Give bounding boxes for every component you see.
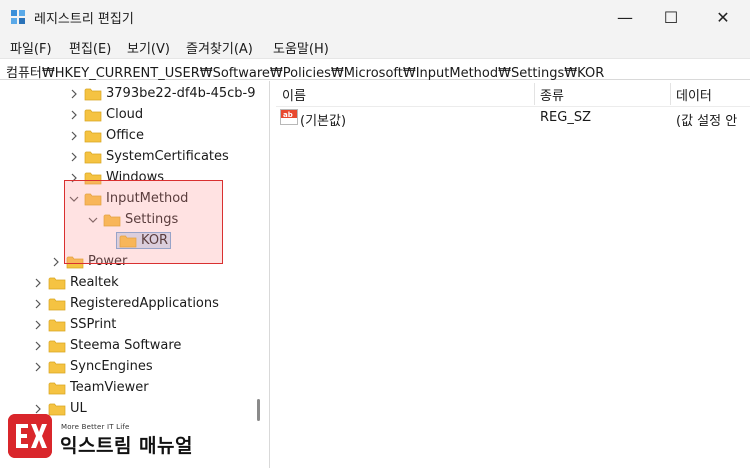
column-separator[interactable] <box>534 83 535 105</box>
menu-help[interactable]: 도움말(H) <box>273 38 329 57</box>
title-bar: 레지스트리 편집기 — ☐ ✕ <box>0 0 750 34</box>
watermark-tagline: More Better IT Life <box>61 423 130 431</box>
tree-item-label: Steema Software <box>70 338 182 353</box>
close-button[interactable]: ✕ <box>700 0 746 34</box>
tree-item-label: SSPrint <box>70 317 117 332</box>
value-name[interactable]: (기본값) <box>300 110 346 129</box>
minimize-button[interactable]: — <box>602 0 648 34</box>
chevron-right-icon[interactable] <box>68 130 80 142</box>
tree-item-label: TeamViewer <box>70 380 149 395</box>
menu-edit[interactable]: 편집(E) <box>69 38 111 57</box>
chevron-right-icon[interactable] <box>32 298 44 310</box>
chevron-right-icon[interactable] <box>50 256 62 268</box>
folder-icon <box>84 151 102 163</box>
folder-icon <box>48 361 66 373</box>
header-divider <box>276 106 750 107</box>
tree-item-label: SystemCertificates <box>106 149 229 164</box>
value-type: REG_SZ <box>540 110 591 125</box>
tree-item-steema-software[interactable]: Steema Software <box>32 335 181 356</box>
folder-icon <box>48 277 66 289</box>
tree-item-cloud[interactable]: Cloud <box>68 104 143 125</box>
column-separator[interactable] <box>670 83 671 105</box>
tree-item-teamviewer[interactable]: TeamViewer <box>44 377 149 398</box>
tree-item-label: Realtek <box>70 275 119 290</box>
watermark-brand: 익스트림 매뉴얼 <box>60 435 193 457</box>
tree-item-systemcertificates[interactable]: SystemCertificates <box>68 146 229 167</box>
tree-item-ssprint[interactable]: SSPrint <box>32 314 116 335</box>
menu-view[interactable]: 보기(V) <box>127 38 170 57</box>
tree-item-label: SyncEngines <box>70 359 153 374</box>
chevron-right-icon[interactable] <box>32 277 44 289</box>
folder-icon <box>84 130 102 142</box>
folder-icon <box>48 319 66 331</box>
chevron-right-icon[interactable] <box>32 361 44 373</box>
svg-text:ab: ab <box>283 111 293 119</box>
folder-icon <box>84 109 102 121</box>
folder-icon <box>48 340 66 352</box>
highlight-box <box>64 180 223 264</box>
tree-item-label: Cloud <box>106 107 144 122</box>
folder-icon <box>84 88 102 100</box>
tree-item-office[interactable]: Office <box>68 125 144 146</box>
watermark: More Better IT Life 익스트림 매뉴얼 <box>0 412 230 468</box>
folder-icon <box>48 298 66 310</box>
menu-favorites[interactable]: 즐겨찾기(A) <box>186 38 253 57</box>
tree-item-realtek[interactable]: Realtek <box>32 272 119 293</box>
address-path[interactable]: 컴퓨터₩HKEY_CURRENT_USER₩Software₩Policies₩… <box>6 62 604 81</box>
chevron-right-icon[interactable] <box>32 319 44 331</box>
registry-editor-icon <box>11 10 25 24</box>
column-header-data[interactable]: 데이터 <box>676 85 712 104</box>
window-title: 레지스트리 편집기 <box>34 12 134 27</box>
tree-scrollbar-thumb[interactable] <box>257 399 260 421</box>
chevron-right-icon[interactable] <box>68 151 80 163</box>
tree-item-label: 3793be22-df4b-45cb-9 <box>106 86 256 101</box>
tree-item-registeredapplications[interactable]: RegisteredApplications <box>32 293 219 314</box>
tree-item-label: RegisteredApplications <box>70 296 219 311</box>
column-header-name[interactable]: 이름 <box>282 85 306 104</box>
maximize-button[interactable]: ☐ <box>648 0 694 34</box>
brand-logo-icon <box>8 414 52 458</box>
menu-file[interactable]: 파일(F) <box>10 38 52 57</box>
key-tree-pane[interactable]: 3793be22-df4b-45cb-9 Cloud Office System… <box>0 81 270 468</box>
column-header-type[interactable]: 종류 <box>540 85 564 104</box>
chevron-right-icon[interactable] <box>68 88 80 100</box>
menu-bar: 파일(F) 편집(E) 보기(V) 즐겨찾기(A) 도움말(H) <box>0 34 750 58</box>
chevron-right-icon[interactable] <box>32 340 44 352</box>
folder-icon <box>48 382 66 394</box>
tree-item-3793be22[interactable]: 3793be22-df4b-45cb-9 <box>68 83 256 104</box>
tree-item-label: Office <box>106 128 144 143</box>
address-bar[interactable]: 컴퓨터₩HKEY_CURRENT_USER₩Software₩Policies₩… <box>0 58 750 81</box>
value-list-pane[interactable]: 이름 종류 데이터 ab (기본값) REG_SZ (값 설정 안 <box>276 81 750 468</box>
tree-item-syncengines[interactable]: SyncEngines <box>32 356 153 377</box>
string-value-icon: ab <box>280 109 298 125</box>
chevron-right-icon[interactable] <box>68 109 80 121</box>
value-data: (값 설정 안 <box>676 114 738 129</box>
